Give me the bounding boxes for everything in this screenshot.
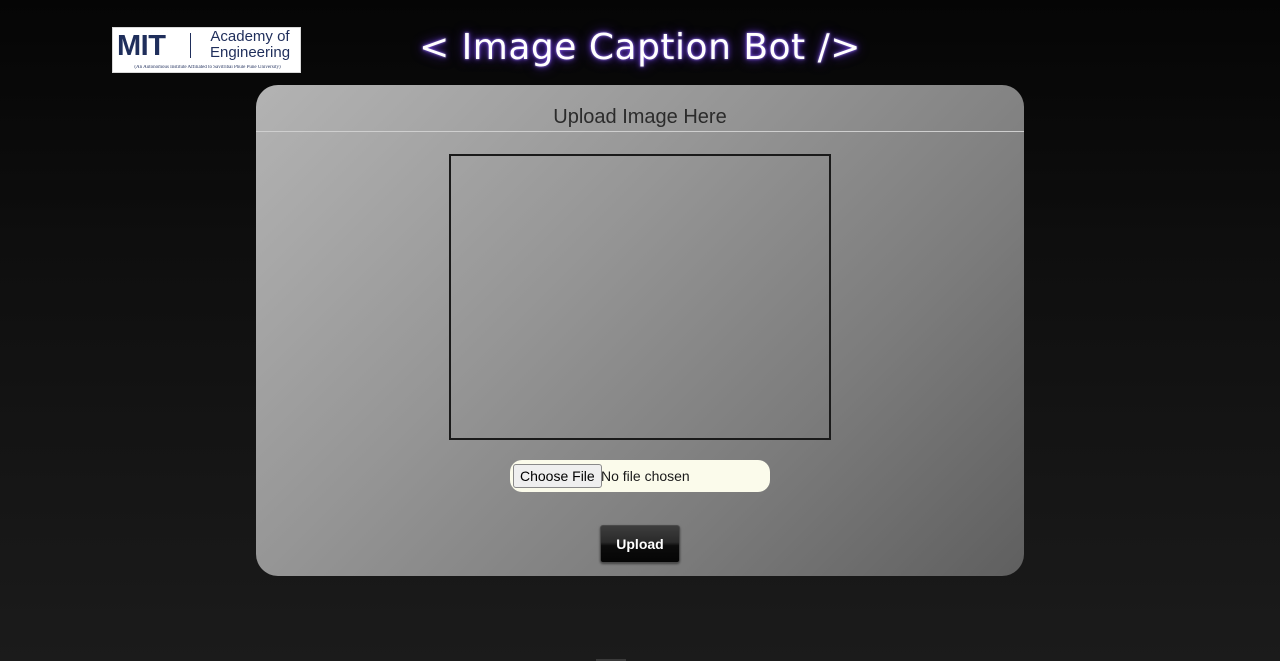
card-heading: Upload Image Here [256,85,1024,132]
upload-card: Upload Image Here Choose File No file ch… [256,85,1024,576]
choose-file-button[interactable]: Choose File [513,464,602,488]
file-input[interactable]: Choose File No file chosen [510,460,770,492]
file-status-text: No file chosen [601,468,690,484]
page-title: < Image Caption Bot /> [419,27,861,68]
upload-button[interactable]: Upload [600,525,680,563]
image-preview-box [449,154,831,440]
